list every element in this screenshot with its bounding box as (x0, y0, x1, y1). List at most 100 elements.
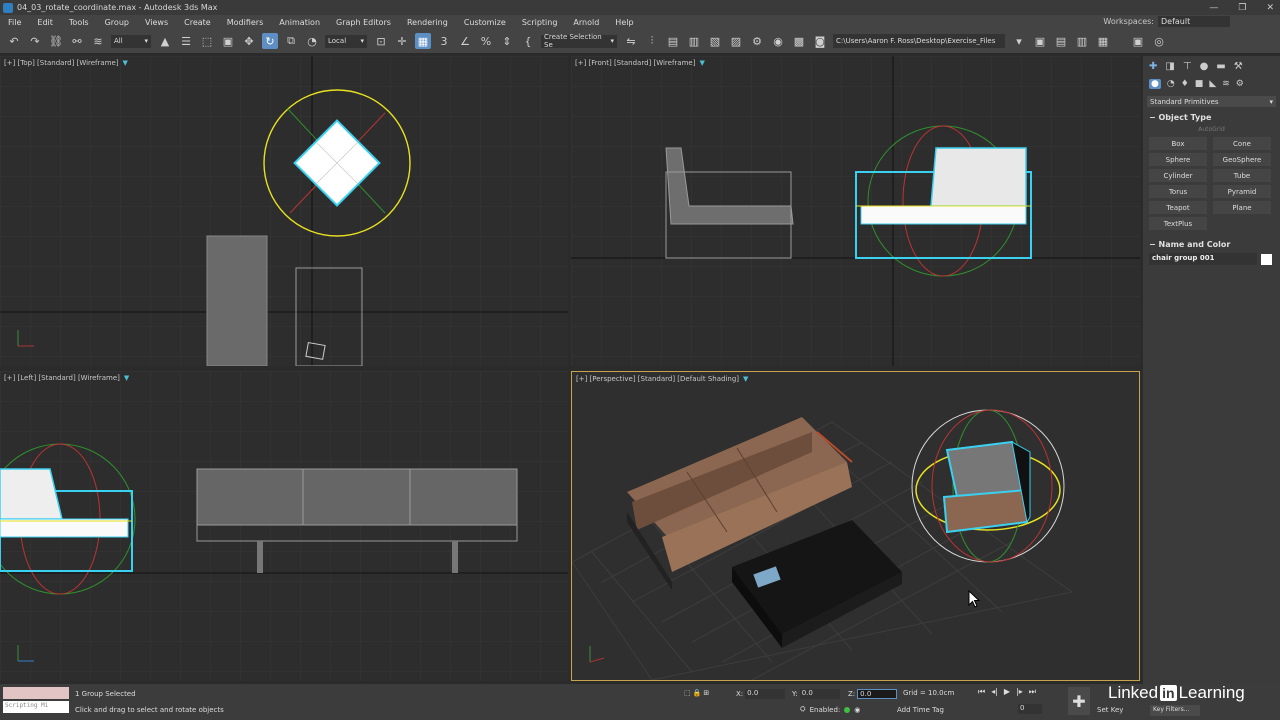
keyboard-shortcut-icon[interactable]: ▦ (415, 33, 431, 49)
viewport-label[interactable]: [+] [Perspective] [Standard] [Default Sh… (576, 375, 748, 383)
percent-snap-icon[interactable]: % (478, 33, 494, 49)
bind-spacewarp-icon[interactable]: ≋ (90, 33, 106, 49)
enabled-indicator-icon[interactable] (844, 706, 851, 713)
go-to-end-icon[interactable]: ⏭ (1029, 687, 1036, 697)
project-folder-icon[interactable]: ▣ (1032, 33, 1048, 49)
viewport-label[interactable]: [+] [Front] [Standard] [Wireframe] ▼ (575, 59, 705, 67)
maxscript-listener-output[interactable] (3, 687, 69, 699)
move-icon[interactable]: ✥ (241, 33, 257, 49)
selection-filter-dropdown[interactable]: All ▾ (111, 34, 151, 48)
filter-icon[interactable]: ▼ (124, 374, 129, 382)
add-time-tag[interactable]: Add Time Tag (897, 706, 944, 714)
edit-named-sets-icon[interactable]: { (520, 33, 536, 49)
menu-create[interactable]: Create (176, 18, 219, 27)
motion-tab-icon[interactable]: ● (1200, 61, 1209, 72)
menu-graph-editors[interactable]: Graph Editors (328, 18, 399, 27)
select-manipulate-icon[interactable]: ✛ (394, 33, 410, 49)
perspective-viewport[interactable]: [+] [Perspective] [Standard] [Default Sh… (571, 371, 1140, 681)
x-field[interactable]: 0.0 (745, 689, 786, 699)
primitive-type-dropdown[interactable]: Standard Primitives ▾ (1147, 96, 1276, 107)
select-by-name-icon[interactable]: ☰ (178, 33, 194, 49)
menu-file[interactable]: File (0, 18, 29, 27)
schematic-view-icon[interactable]: ⚙ (749, 33, 765, 49)
pivot-center-icon[interactable]: ⊡ (373, 33, 389, 49)
menu-help[interactable]: Help (607, 18, 641, 27)
name-color-rollout[interactable]: − Name and Color (1149, 240, 1276, 249)
object-color-swatch[interactable] (1261, 253, 1272, 265)
y-field[interactable]: 0.0 (799, 689, 840, 699)
hierarchy-tab-icon[interactable]: ⊤ (1183, 61, 1192, 72)
set-project-icon[interactable]: ▦ (1095, 33, 1111, 49)
window-crossing-icon[interactable]: ▣ (220, 33, 236, 49)
sphere-button[interactable]: Sphere (1149, 153, 1207, 166)
workspace-selector[interactable]: Workspaces: Default (1103, 16, 1230, 27)
filter-icon[interactable]: ▼ (743, 375, 748, 383)
ribbon-toggle-icon[interactable]: ▧ (707, 33, 723, 49)
geosphere-button[interactable]: GeoSphere (1213, 153, 1271, 166)
object-type-rollout[interactable]: − Object Type (1149, 113, 1276, 122)
redo-icon[interactable]: ↷ (27, 33, 43, 49)
spacewarps-icon[interactable]: ≋ (1222, 79, 1230, 89)
create-tab-icon[interactable]: ✚ (1149, 61, 1157, 72)
key-filters-button[interactable]: Key Filters... (1150, 705, 1200, 716)
isolate-icons[interactable]: ⬚ 🔒 ⊞ (684, 689, 709, 697)
isolate-icon[interactable]: ⬚ (684, 689, 691, 697)
render-setup-icon[interactable]: ▩ (791, 33, 807, 49)
teapot-button[interactable]: Teapot (1149, 201, 1207, 214)
box-button[interactable]: Box (1149, 137, 1207, 150)
spinner-snap-icon[interactable]: ⇕ (499, 33, 515, 49)
tube-button[interactable]: Tube (1213, 169, 1271, 182)
cylinder-button[interactable]: Cylinder (1149, 169, 1207, 182)
scale-icon[interactable]: ⧉ (283, 33, 299, 49)
lock-icon[interactable]: 🔒 (693, 689, 702, 697)
lights-icon[interactable]: ♦ (1181, 79, 1189, 89)
set-keys-icon[interactable]: ✚ (1068, 687, 1090, 715)
unlink-icon[interactable]: ⚯ (69, 33, 85, 49)
menu-customize[interactable]: Customize (456, 18, 514, 27)
snaps-toggle-icon[interactable]: 3 (436, 33, 452, 49)
next-frame-icon[interactable]: |▸ (1016, 687, 1023, 697)
current-frame-field[interactable]: 0 (1018, 704, 1042, 714)
menu-modifiers[interactable]: Modifiers (219, 18, 272, 27)
menu-tools[interactable]: Tools (61, 18, 97, 27)
rect-selection-icon[interactable]: ⬚ (199, 33, 215, 49)
filter-icon[interactable]: ▼ (123, 59, 128, 67)
place-icon[interactable]: ◔ (304, 33, 320, 49)
menu-group[interactable]: Group (97, 18, 137, 27)
left-viewport[interactable]: [+] [Left] [Standard] [Wireframe] ▼ (0, 371, 568, 681)
workspace-value[interactable]: Default (1158, 16, 1230, 27)
named-selection-dropdown[interactable]: Create Selection Se ▾ (541, 33, 617, 49)
autogrid-checkbox[interactable]: AutoGrid (1143, 126, 1280, 133)
geometry-icon[interactable]: ● (1149, 79, 1161, 89)
viewport-label[interactable]: [+] [Left] [Standard] [Wireframe] ▼ (4, 374, 129, 382)
sync-icon[interactable]: ◎ (1151, 33, 1167, 49)
z-field[interactable]: 0.0 (857, 689, 898, 699)
viewport-label[interactable]: [+] [Top] [Standard] [Wireframe] ▼ (4, 59, 128, 67)
align-icon[interactable]: ⫶ (644, 33, 660, 49)
modify-tab-icon[interactable]: ◨ (1165, 61, 1174, 72)
undo-icon[interactable]: ↶ (6, 33, 22, 49)
systems-icon[interactable]: ⚙ (1236, 79, 1244, 89)
project-path-field[interactable]: C:\Users\Aaron F. Ross\Desktop\Exercise_… (833, 34, 1005, 48)
helpers-icon[interactable]: ◣ (1209, 79, 1216, 89)
go-to-start-icon[interactable]: ⏮ (978, 687, 985, 697)
top-viewport[interactable]: [+] [Top] [Standard] [Wireframe] ▼ (0, 56, 568, 366)
open-folder-icon[interactable]: ▤ (1053, 33, 1069, 49)
menu-rendering[interactable]: Rendering (399, 18, 456, 27)
scene-explorer-icon[interactable]: ▤ (665, 33, 681, 49)
minimize-button[interactable]: — (1209, 3, 1218, 13)
rotate-icon[interactable]: ↻ (262, 33, 278, 49)
utilities-tab-icon[interactable]: ⚒ (1234, 61, 1243, 72)
menu-edit[interactable]: Edit (29, 18, 61, 27)
cone-button[interactable]: Cone (1213, 137, 1271, 150)
torus-button[interactable]: Torus (1149, 185, 1207, 198)
link-icon[interactable]: ⛓ (48, 33, 64, 49)
path-dropdown-icon[interactable]: ▾ (1011, 33, 1027, 49)
maximize-button[interactable]: ❐ (1238, 3, 1246, 13)
mirror-icon[interactable]: ⇋ (623, 33, 639, 49)
curve-editor-icon[interactable]: ▨ (728, 33, 744, 49)
time-tag-icon[interactable]: ◉ (854, 706, 860, 714)
object-name-field[interactable]: chair group 001 (1149, 253, 1257, 265)
maxscript-listener-input[interactable]: Scripting Mi (3, 701, 69, 713)
close-button[interactable]: ✕ (1266, 3, 1274, 13)
